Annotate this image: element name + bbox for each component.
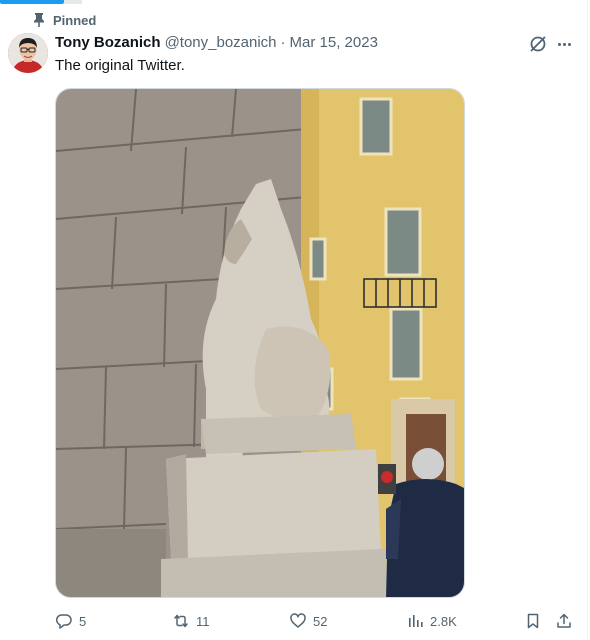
header-separator: · bbox=[280, 34, 286, 51]
analytics-icon bbox=[409, 615, 423, 627]
bookmark-button[interactable] bbox=[524, 610, 542, 632]
heart-icon bbox=[290, 613, 306, 628]
avatar[interactable] bbox=[8, 33, 48, 73]
retweet-count: 11 bbox=[196, 613, 210, 629]
bookmark-icon bbox=[527, 613, 539, 629]
views-count: 2.8K bbox=[430, 613, 457, 629]
more-options-icon[interactable] bbox=[553, 34, 575, 54]
grok-icon[interactable] bbox=[528, 34, 548, 54]
reply-count: 5 bbox=[79, 613, 87, 629]
retweet-icon bbox=[174, 614, 188, 628]
pinned-label-row: Pinned bbox=[33, 12, 96, 28]
tweet-article[interactable]: Pinned Tony Bozanich @tony_bozanich · Ma… bbox=[0, 0, 588, 640]
author-name[interactable]: Tony Bozanich bbox=[55, 34, 161, 51]
like-button[interactable]: 52 bbox=[289, 610, 327, 632]
tweet-header: Tony Bozanich @tony_bozanich · Mar 15, 2… bbox=[55, 34, 378, 51]
pin-icon bbox=[33, 13, 45, 27]
tweet-photo[interactable] bbox=[55, 88, 465, 598]
tweet-actions: 5 11 52 2.8K bbox=[55, 610, 580, 632]
pinned-text: Pinned bbox=[53, 12, 97, 28]
tweet-text: The original Twitter. bbox=[55, 57, 185, 74]
reply-icon bbox=[55, 614, 72, 629]
views-button[interactable]: 2.8K bbox=[406, 610, 457, 632]
share-button[interactable] bbox=[555, 610, 573, 632]
author-handle[interactable]: @tony_bozanich bbox=[165, 34, 277, 51]
tweet-timestamp[interactable]: Mar 15, 2023 bbox=[290, 34, 378, 51]
retweet-button[interactable]: 11 bbox=[172, 610, 210, 632]
share-icon bbox=[557, 613, 571, 628]
like-count: 52 bbox=[313, 613, 328, 629]
reply-button[interactable]: 5 bbox=[55, 610, 86, 632]
